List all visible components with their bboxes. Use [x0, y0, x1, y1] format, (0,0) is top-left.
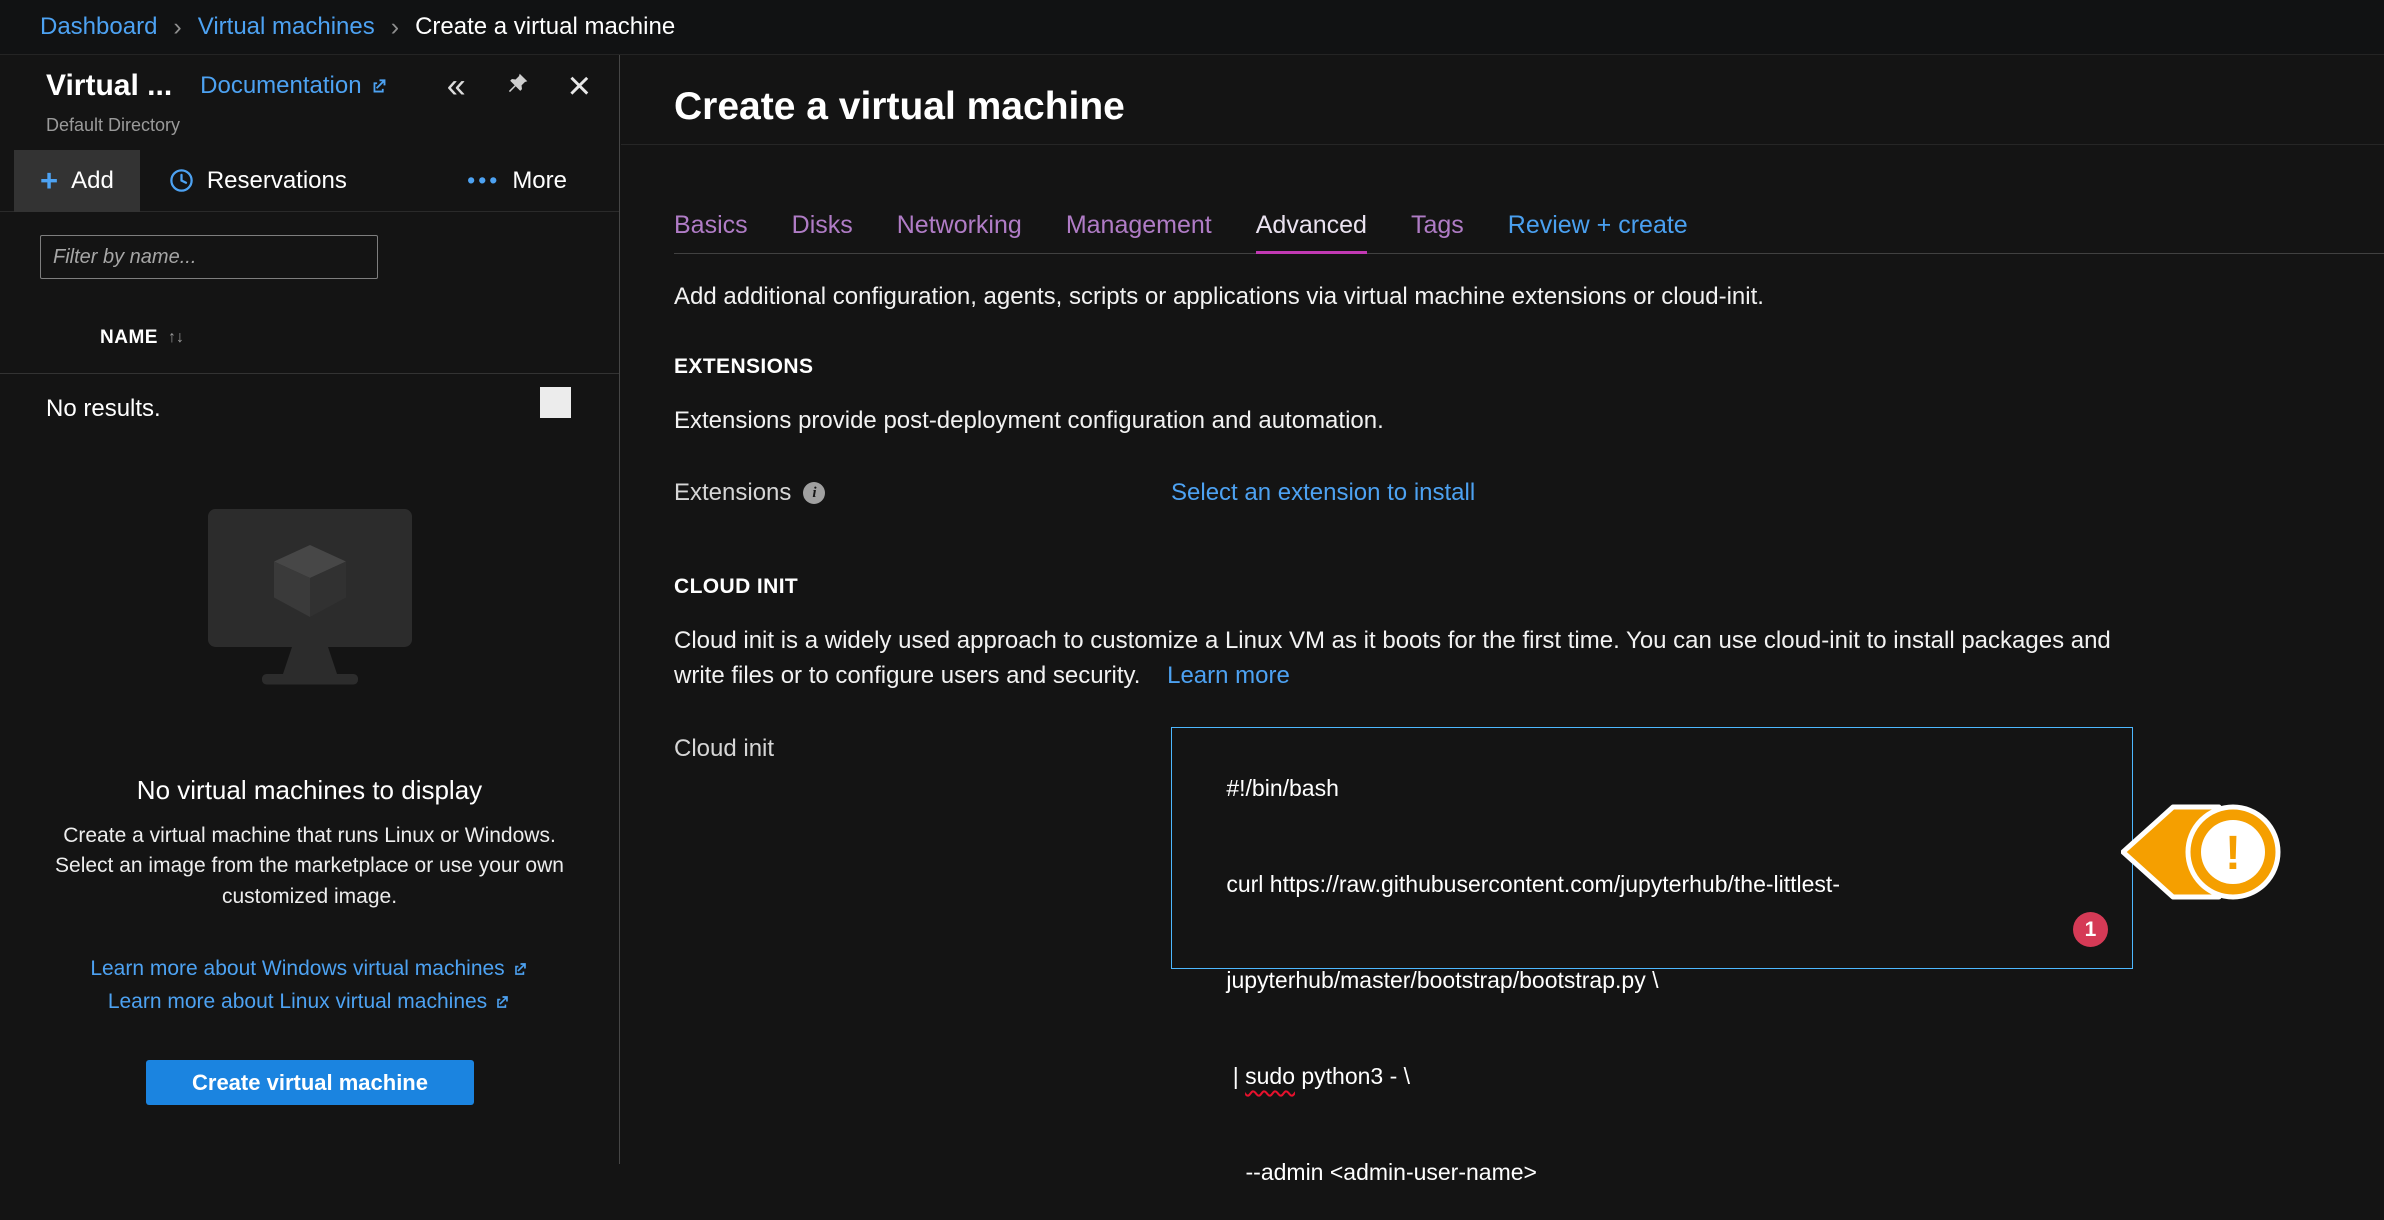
code-line: | sudo python3 - \ [1188, 1028, 2116, 1124]
info-icon[interactable]: i [803, 482, 825, 504]
code-line: #!/bin/bash [1188, 740, 2116, 836]
tab-networking[interactable]: Networking [897, 211, 1022, 240]
advanced-tab-intro: Add additional configuration, agents, sc… [674, 283, 1764, 311]
clock-icon [168, 167, 195, 194]
empty-state-illustration [205, 506, 415, 691]
breadcrumb-link-dashboard[interactable]: Dashboard [40, 13, 157, 41]
wizard-tabs: Basics Disks Networking Management Advan… [674, 211, 2384, 254]
reservations-button[interactable]: Reservations [168, 167, 347, 195]
tab-basics[interactable]: Basics [674, 211, 748, 240]
tab-management[interactable]: Management [1066, 211, 1212, 240]
directory-subtitle: Default Directory [46, 115, 180, 136]
empty-state-title: No virtual machines to display [0, 775, 619, 806]
chevron-right-icon: › [173, 13, 181, 42]
no-results-text: No results. [46, 395, 161, 423]
learn-more-links: Learn more about Windows virtual machine… [0, 957, 619, 1014]
warning-annotation: ! [2121, 787, 2291, 922]
learn-more-windows-link[interactable]: Learn more about Windows virtual machine… [90, 957, 528, 981]
create-vm-main: Create a virtual machine Basics Disks Ne… [621, 55, 2384, 1164]
create-virtual-machine-button[interactable]: Create virtual machine [146, 1060, 474, 1105]
tab-advanced[interactable]: Advanced [1256, 211, 1367, 240]
sort-arrows-icon: ↑↓ [168, 329, 184, 347]
breadcrumb-link-virtual-machines[interactable]: Virtual machines [198, 13, 375, 41]
learn-more-linux-link[interactable]: Learn more about Linux virtual machines [108, 990, 511, 1014]
tab-tags[interactable]: Tags [1411, 211, 1464, 240]
extensions-description: Extensions provide post-deployment confi… [674, 407, 1384, 435]
panel-title: Virtual ... [46, 69, 172, 103]
code-line: jupyterhub/master/bootstrap/bootstrap.py… [1188, 932, 2116, 1028]
extensions-field-row: Extensions i [674, 479, 825, 507]
page-title: Create a virtual machine [674, 85, 1125, 129]
panel-header: Virtual ... Documentation « × [46, 69, 591, 103]
extensions-field-label: Extensions [674, 479, 791, 507]
pin-icon[interactable] [504, 71, 530, 102]
code-line: curl https://raw.githubusercontent.com/j… [1188, 836, 2116, 932]
extensions-section-heading: EXTENSIONS [674, 355, 813, 379]
tab-disks[interactable]: Disks [792, 211, 853, 240]
collapse-panel-icon[interactable]: « [447, 69, 466, 103]
tab-review-create[interactable]: Review + create [1508, 211, 1688, 240]
ellipsis-icon: ••• [467, 167, 500, 194]
select-extension-link[interactable]: Select an extension to install [1171, 479, 1475, 507]
header-divider [621, 144, 2384, 145]
name-column-header[interactable]: NAME ↑↓ [100, 327, 184, 349]
cloud-init-field-label: Cloud init [674, 735, 774, 763]
exclamation-icon: ! [2225, 827, 2241, 880]
empty-state-description: Create a virtual machine that runs Linux… [48, 821, 572, 912]
chevron-right-icon: › [391, 13, 399, 42]
select-checkbox[interactable] [540, 387, 571, 418]
list-divider [0, 373, 619, 374]
breadcrumb: Dashboard › Virtual machines › Create a … [0, 0, 2384, 55]
cloud-init-textarea[interactable]: #!/bin/bash curl https://raw.githubuserc… [1171, 727, 2133, 969]
cloud-init-section-heading: CLOUD INIT [674, 575, 798, 599]
filter-input[interactable] [40, 235, 378, 279]
vm-list-panel: Virtual ... Documentation « × Default Di… [0, 55, 620, 1164]
panel-toolbar: + Add Reservations ••• More [0, 150, 619, 212]
plus-icon: + [40, 165, 58, 196]
annotation-step-badge: 1 [2073, 912, 2108, 947]
learn-more-link[interactable]: Learn more [1167, 662, 1290, 689]
cloud-init-description: Cloud init is a widely used approach to … [674, 623, 2134, 693]
close-panel-icon[interactable]: × [568, 70, 591, 102]
external-link-icon [370, 77, 389, 96]
code-line: --admin <admin-user-name> [1188, 1124, 2116, 1220]
more-button[interactable]: ••• More [467, 167, 567, 195]
add-button[interactable]: + Add [14, 150, 140, 212]
documentation-link[interactable]: Documentation [200, 72, 388, 100]
external-link-icon [512, 961, 529, 978]
monitor-icon [205, 506, 415, 686]
external-link-icon [494, 994, 511, 1011]
breadcrumb-current: Create a virtual machine [415, 13, 675, 41]
